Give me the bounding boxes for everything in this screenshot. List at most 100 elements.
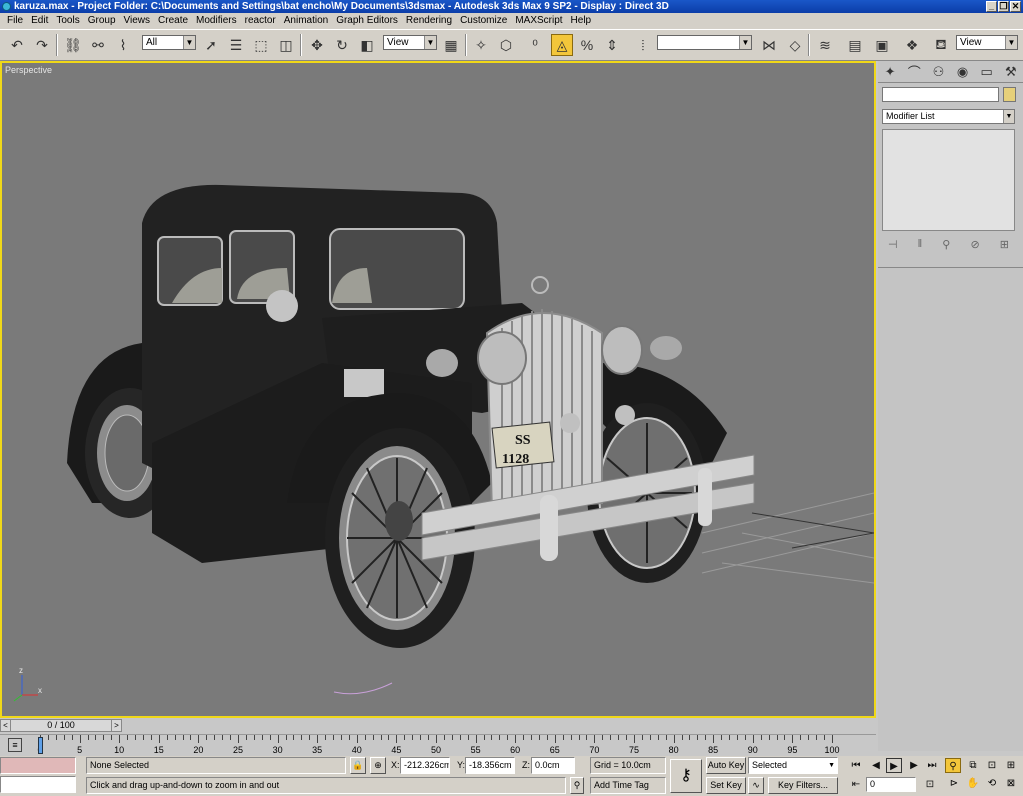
key-set-dropdown[interactable]: Selected ▼ [748, 757, 838, 774]
x-coordinate-field[interactable]: -212.326cm [400, 757, 450, 774]
window-crossing-icon[interactable]: ◫ [275, 34, 297, 56]
menu-help[interactable]: Help [567, 13, 596, 29]
current-frame-marker[interactable] [38, 737, 43, 754]
select-and-move-icon[interactable]: ✥ [306, 34, 328, 56]
arc-rotate-icon[interactable]: ⟲ [983, 776, 1001, 792]
mini-curve-editor-icon[interactable]: ≡ [8, 738, 22, 752]
spinner-snap-icon[interactable]: ⇕ [601, 34, 623, 56]
curve-editor-icon[interactable]: ▤ [844, 34, 866, 56]
display-tab-icon[interactable]: ▭ [977, 64, 997, 80]
motion-tab-icon[interactable]: ◉ [953, 64, 973, 80]
menu-customize[interactable]: Customize [456, 13, 511, 29]
angle-snap-icon[interactable]: ◬ [551, 34, 573, 56]
percent-snap-icon[interactable]: % [576, 34, 598, 56]
select-by-name-icon[interactable]: ☰ [225, 34, 247, 56]
snaps-toggle-icon[interactable]: ⁰ [524, 34, 546, 56]
menu-rendering[interactable]: Rendering [402, 13, 456, 29]
configure-modifier-sets-icon[interactable]: ⊞ [1000, 238, 1009, 251]
menu-create[interactable]: Create [154, 13, 192, 29]
edit-named-selection-icon[interactable]: ⦙ [632, 34, 654, 56]
menu-edit[interactable]: Edit [27, 13, 52, 29]
undo-icon[interactable]: ↶ [6, 34, 28, 56]
remove-modifier-icon[interactable]: ⊘ [970, 238, 979, 251]
key-filters-button[interactable]: Key Filters... [768, 777, 838, 794]
select-and-manipulate-icon[interactable]: ✧ [470, 34, 492, 56]
field-of-view-icon[interactable]: ⊳ [945, 776, 963, 792]
track-bar[interactable]: ≡ 05101520253035404550556065707580859095… [0, 734, 876, 756]
viewport-label[interactable]: Perspective [5, 65, 52, 75]
absolute-mode-icon[interactable]: ⊕ [370, 757, 386, 774]
key-mode-icon[interactable]: ∿ [748, 777, 764, 794]
set-keys-icon[interactable]: ⚷ [670, 759, 702, 793]
schematic-view-icon[interactable]: ▣ [871, 34, 893, 56]
rectangular-selection-icon[interactable]: ⬚ [250, 34, 272, 56]
render-scene-icon[interactable]: ⛾ [930, 34, 952, 56]
degradation-override-icon[interactable]: ⚲ [570, 777, 584, 794]
modifier-list-dropdown[interactable]: Modifier List ▼ [882, 109, 1015, 124]
key-mode-toggle-icon[interactable]: ⇤ [848, 777, 864, 792]
mirror-icon[interactable]: ⋈ [758, 34, 780, 56]
utilities-tab-icon[interactable]: ⚒ [1001, 64, 1021, 80]
lock-selection-icon[interactable]: 🔒 [350, 757, 366, 774]
menu-maxscript[interactable]: MAXScript [511, 13, 566, 29]
auto-key-button[interactable]: Auto Key [706, 757, 746, 774]
menu-views[interactable]: Views [120, 13, 155, 29]
unlink-icon[interactable]: ⚯ [87, 34, 109, 56]
zoom-extents-all-icon[interactable]: ⊞ [1002, 758, 1020, 774]
menu-graph-editors[interactable]: Graph Editors [332, 13, 402, 29]
play-icon[interactable]: ▶ [886, 758, 902, 773]
hierarchy-tab-icon[interactable]: ⚇ [928, 64, 948, 80]
show-end-result-icon[interactable]: ‖ [918, 238, 923, 250]
select-and-scale-icon[interactable]: ◧ [356, 34, 378, 56]
time-slider-right-arrow[interactable]: > [111, 720, 121, 731]
z-coordinate-field[interactable]: 0.0cm [531, 757, 575, 774]
restore-button[interactable]: ❐ [998, 1, 1009, 12]
select-and-link-icon[interactable]: ⛓ [62, 34, 84, 56]
maxscript-listener-mini[interactable] [0, 757, 76, 774]
minimize-button[interactable]: _ [986, 1, 997, 12]
set-key-button[interactable]: Set Key [706, 777, 746, 794]
zoom-extents-icon[interactable]: ⊡ [983, 758, 1001, 774]
frame-ruler[interactable]: 0510152025303540455055606570758085909510… [37, 735, 840, 757]
time-configuration-icon[interactable]: ⊡ [922, 777, 938, 792]
modify-tab-icon[interactable]: ⌒ [904, 62, 924, 81]
previous-frame-icon[interactable]: ◀ [868, 758, 884, 773]
add-time-tag-button[interactable]: Add Time Tag [590, 777, 666, 794]
pivot-center-icon[interactable]: ▦ [440, 34, 462, 56]
named-selection-dropdown[interactable]: ▼ [657, 35, 752, 50]
menu-file[interactable]: File [3, 13, 27, 29]
time-slider-left-arrow[interactable]: < [1, 720, 11, 731]
time-slider-track[interactable]: < 0 / 100 > [0, 719, 122, 732]
select-and-rotate-icon[interactable]: ↻ [331, 34, 353, 56]
align-icon[interactable]: ◇ [784, 34, 806, 56]
maxscript-input[interactable] [0, 776, 76, 793]
material-editor-icon[interactable]: ❖ [901, 34, 923, 56]
maximize-viewport-icon[interactable]: ⊠ [1002, 776, 1020, 792]
menu-tools[interactable]: Tools [52, 13, 83, 29]
zoom-icon[interactable]: ⚲ [945, 758, 961, 773]
selection-filter-dropdown[interactable]: All ▼ [142, 35, 196, 50]
menu-animation[interactable]: Animation [280, 13, 332, 29]
perspective-viewport[interactable]: SS 1128 z x Perspective [0, 61, 876, 718]
bind-space-warp-icon[interactable]: ⌇ [112, 34, 134, 56]
redo-icon[interactable]: ↷ [31, 34, 53, 56]
y-coordinate-field[interactable]: -18.356cm [465, 757, 515, 774]
go-to-end-icon[interactable]: ⏭ [924, 758, 940, 773]
render-view-dropdown[interactable]: View ▼ [956, 35, 1018, 50]
next-frame-icon[interactable]: ▶ [906, 758, 922, 773]
modifier-stack[interactable] [882, 129, 1015, 231]
menu-reactor[interactable]: reactor [241, 13, 280, 29]
object-name-field[interactable] [882, 87, 999, 102]
keyboard-shortcut-override-icon[interactable]: ⬡ [495, 34, 517, 56]
close-button[interactable]: ✕ [1010, 1, 1021, 12]
pin-stack-icon[interactable]: ⊣ [888, 238, 898, 251]
reference-coordinate-dropdown[interactable]: View ▼ [383, 35, 437, 50]
object-color-swatch[interactable] [1003, 87, 1016, 102]
menu-group[interactable]: Group [84, 13, 120, 29]
current-frame-field[interactable]: 0 [866, 777, 916, 792]
go-to-start-icon[interactable]: ⏮ [848, 758, 864, 773]
pan-view-icon[interactable]: ✋ [964, 776, 982, 792]
layer-manager-icon[interactable]: ≋ [814, 34, 836, 56]
zoom-all-icon[interactable]: ⧉ [964, 758, 982, 774]
select-object-icon[interactable]: ➚ [200, 34, 222, 56]
